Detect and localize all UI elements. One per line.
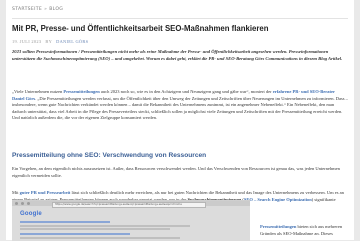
breadcrumb: STARTSEITE » BLOG	[12, 4, 63, 14]
address-bar: https://www.google.de/search?q=pressemit…	[52, 201, 206, 208]
browser-toolbar: https://www.google.de/search?q=pressemit…	[12, 201, 250, 208]
pr-pressearbeit-link[interactable]: guter PR und Pressearbeit	[20, 190, 71, 195]
seo-definition-link[interactable]: SEO – Search Engine Optimization	[244, 197, 312, 202]
result-link-line	[20, 233, 130, 235]
breadcrumb-home-link[interactable]: STARTSEITE	[12, 7, 42, 12]
paragraph-1-text-c: . „Die Pressemitteilungen werden verfass…	[12, 95, 348, 121]
result-text-line	[20, 228, 170, 230]
paragraph-1-text-b: auch 2023 noch so, wie es in den Achtzig…	[99, 89, 273, 94]
page-title: Mit PR, Presse- und Öffentlichkeitsarbei…	[12, 24, 269, 33]
paragraph-1-text-a: „Viele Unternehmen nutzen	[12, 89, 64, 94]
publish-date: 19. JULI 2023	[12, 38, 42, 44]
breadcrumb-divider	[12, 18, 348, 19]
forward-icon	[21, 202, 24, 205]
paragraph-1: „Viele Unternehmen nutzen Pressemitteilu…	[12, 89, 348, 122]
paragraph-2: Ein Vorgehen, an dem eigentlich nichts a…	[12, 166, 340, 178]
pressemitteilungen-link[interactable]: Pressemitteilungen	[63, 89, 99, 94]
section-heading: Pressemitteilung ohne SEO: Verschwendung…	[12, 152, 207, 159]
pressemitteilungen-side-link[interactable]: Pressemitteilungen	[260, 224, 296, 229]
article-page: STARTSEITE » BLOG Mit PR, Presse- und Öf…	[6, 0, 354, 241]
reload-icon	[27, 202, 30, 205]
side-paragraph: Pressemitteilungen bieten sich aus mehre…	[260, 224, 352, 237]
author-link[interactable]: DANIEL GÖRS	[56, 39, 88, 44]
breadcrumb-current[interactable]: BLOG	[49, 7, 63, 12]
by-label: BY	[45, 38, 53, 44]
back-icon	[15, 202, 18, 205]
breadcrumb-separator: »	[44, 6, 48, 12]
search-screenshot-image: https://www.google.de/search?q=pressemit…	[12, 200, 250, 241]
article-intro: 2023 sollten Pressesinformationen / Pres…	[12, 49, 343, 61]
result-text-line	[20, 237, 180, 239]
paragraph-3-text-a: Mit	[12, 190, 20, 195]
result-text-line	[20, 225, 190, 227]
result-link-line	[20, 221, 110, 223]
article-meta: 19. JULI 2023 BY DANIEL GÖRS	[12, 37, 88, 45]
google-logo: Google	[20, 211, 42, 217]
